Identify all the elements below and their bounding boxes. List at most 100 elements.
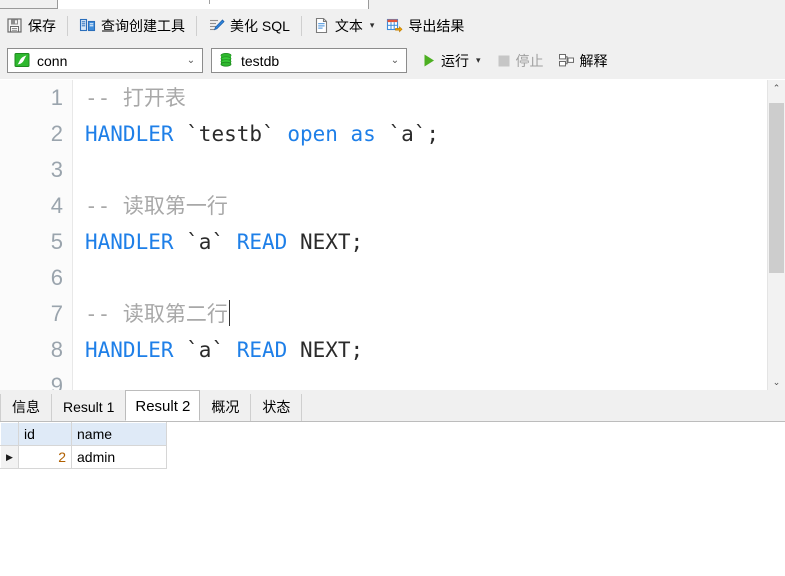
database-select-value: testdb: [241, 52, 280, 69]
line-number: 8: [50, 337, 63, 362]
code-line[interactable]: -- 读取第二行: [73, 296, 767, 332]
code-line[interactable]: [73, 260, 767, 296]
code-line[interactable]: HANDLER `a` READ NEXT;: [73, 224, 767, 260]
connection-select-value: conn: [37, 52, 68, 69]
primary-toolbar: 保存 查询创建工具 美化 SQL 文本 ▾ 导出结果: [0, 9, 785, 42]
save-button[interactable]: 保存: [0, 13, 62, 39]
text-document-icon: [313, 17, 330, 34]
tab-info[interactable]: 信息: [0, 394, 52, 421]
toolbar-separator-2: [196, 15, 197, 36]
secondary-toolbar: conn ⌄ testdb ⌄ 运行 ▾ 停止 解释: [0, 42, 785, 79]
sql-keyword: READ: [236, 338, 300, 362]
stop-square-icon: [497, 54, 511, 68]
column-header-name[interactable]: name: [71, 422, 167, 446]
play-triangle-icon: [422, 53, 436, 68]
editor-vertical-scrollbar[interactable]: ⌃ ⌄: [767, 80, 785, 391]
tab-result-2[interactable]: Result 2: [125, 390, 201, 421]
chevron-down-icon[interactable]: ▾: [370, 21, 375, 30]
tab-profile[interactable]: 概况: [199, 394, 252, 421]
code-line[interactable]: [73, 368, 767, 391]
sql-comment: -- 读取第二行: [85, 302, 228, 326]
scroll-up-arrow-icon[interactable]: ⌃: [768, 80, 785, 97]
export-result-icon: [386, 17, 403, 34]
line-number: 9: [50, 373, 63, 391]
explain-button[interactable]: 解释: [552, 48, 614, 74]
sql-text: `a`;: [388, 122, 440, 146]
sql-keyword: HANDLER: [85, 230, 187, 254]
line-number: 5: [50, 229, 63, 254]
tab-status[interactable]: 状态: [250, 394, 303, 421]
sql-comment: -- 打开表: [85, 86, 186, 110]
cell-id[interactable]: 2: [18, 445, 72, 469]
run-button[interactable]: 运行 ▾: [416, 48, 487, 74]
active-document-tab-ghost[interactable]: [57, 0, 369, 9]
scroll-down-arrow-icon[interactable]: ⌄: [768, 374, 785, 391]
code-line[interactable]: HANDLER `a` READ NEXT;: [73, 332, 767, 368]
result-grid-panel[interactable]: id name ▶ 2 admin: [0, 422, 785, 576]
toolbar-separator-3: [300, 15, 302, 36]
connection-select[interactable]: conn ⌄: [7, 48, 203, 73]
cell-name[interactable]: admin: [71, 445, 167, 469]
chevron-down-icon[interactable]: ⌄: [384, 55, 406, 66]
text-caret: [228, 300, 230, 326]
tab-caret-mark: [209, 0, 210, 4]
code-area[interactable]: -- 打开表 HANDLER `testb` open as `a`; -- 读取第…: [73, 80, 767, 391]
current-row-arrow-icon: ▶: [6, 451, 13, 462]
table-header-row: id name: [0, 422, 167, 446]
line-number-gutter: 1 2 3 4 5 6 7 8 9: [0, 80, 73, 391]
sql-editor-window: 保存 查询创建工具 美化 SQL 文本 ▾ 导出结果 conn ⌄ testdb…: [0, 0, 785, 576]
text-format-button[interactable]: 文本 ▾: [307, 13, 381, 39]
toolbar-separator-1: [67, 15, 68, 36]
code-line[interactable]: -- 读取第一行: [73, 188, 767, 224]
line-number: 6: [50, 265, 63, 290]
sql-comment: -- 读取第一行: [85, 194, 228, 218]
export-result-button-label: 导出结果: [408, 17, 465, 34]
sql-editor[interactable]: 1 2 3 4 5 6 7 8 9 -- 打开表 HANDLER `testb` open as …: [0, 79, 785, 391]
query-builder-button[interactable]: 查询创建工具: [73, 13, 191, 39]
stop-button[interactable]: 停止: [491, 48, 550, 74]
table-row[interactable]: ▶ 2 admin: [0, 445, 167, 469]
query-builder-icon: [79, 17, 96, 34]
execution-controls: 运行 ▾ 停止 解释: [416, 48, 614, 74]
sql-text: NEXT;: [299, 338, 364, 362]
database-select[interactable]: testdb ⌄: [211, 48, 407, 73]
code-line[interactable]: HANDLER `testb` open as `a`;: [73, 116, 767, 152]
save-button-label: 保存: [28, 17, 56, 34]
line-number: 4: [50, 193, 63, 218]
export-result-button[interactable]: 导出结果: [380, 13, 470, 39]
sql-keyword: READ: [236, 230, 300, 254]
row-indicator-cell[interactable]: ▶: [0, 445, 19, 469]
column-header-id[interactable]: id: [18, 422, 72, 446]
beautify-sql-button[interactable]: 美化 SQL: [202, 13, 296, 39]
code-line[interactable]: -- 打开表: [73, 80, 767, 116]
result-tab-bar: 信息 Result 1 Result 2 概况 状态: [0, 390, 785, 422]
explain-button-label: 解释: [579, 52, 608, 69]
chevron-down-icon[interactable]: ▾: [476, 56, 481, 65]
sql-text: `a`: [186, 230, 237, 254]
row-indicator-header: [0, 422, 19, 446]
line-number: 2: [50, 121, 63, 146]
explain-plan-icon: [558, 52, 575, 69]
line-number: 1: [50, 85, 63, 110]
chevron-down-icon[interactable]: ⌄: [180, 55, 202, 66]
line-number: 7: [50, 301, 63, 326]
window-tab-strip-cropped: [0, 0, 785, 9]
connection-icon: [14, 52, 31, 69]
beautify-sql-icon: [208, 17, 225, 34]
line-number: 3: [50, 157, 63, 182]
tab-result-1[interactable]: Result 1: [51, 394, 127, 421]
code-line[interactable]: [73, 152, 767, 188]
stop-button-label: 停止: [515, 52, 544, 69]
sql-keyword: open as: [287, 122, 389, 146]
database-icon: [218, 52, 235, 69]
sql-keyword: HANDLER: [85, 338, 187, 362]
sql-text: NEXT;: [299, 230, 364, 254]
result-grid: id name ▶ 2 admin: [0, 422, 167, 469]
query-builder-button-label: 查询创建工具: [101, 17, 185, 34]
sql-text: `a`: [186, 338, 237, 362]
beautify-sql-button-label: 美化 SQL: [230, 17, 290, 34]
text-format-button-label: 文本: [334, 17, 363, 34]
floppy-disk-icon: [6, 17, 23, 34]
sql-keyword: HANDLER: [85, 122, 187, 146]
scrollbar-thumb[interactable]: [769, 103, 784, 273]
